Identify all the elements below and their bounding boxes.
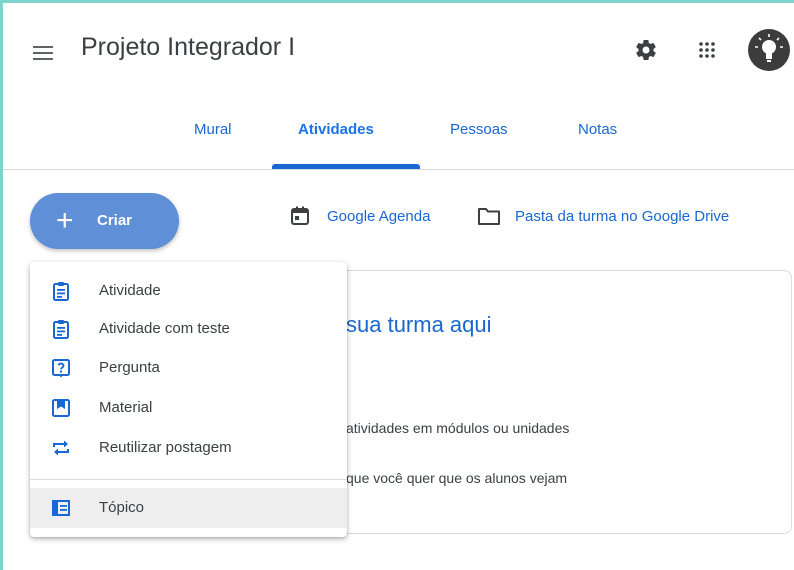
tab-notas[interactable]: Notas bbox=[578, 121, 617, 138]
create-button-label: Criar bbox=[97, 212, 133, 229]
empty-classwork-card: sua turma aqui atividades em módulos ou … bbox=[300, 270, 792, 534]
tab-atividades[interactable]: Atividades bbox=[298, 121, 374, 138]
tab-pessoas[interactable]: Pessoas bbox=[450, 121, 508, 138]
menu-item-label: Material bbox=[99, 399, 153, 416]
menu-item-label: Pergunta bbox=[99, 359, 160, 376]
empty-state-title: sua turma aqui bbox=[346, 312, 492, 337]
calendar-icon bbox=[291, 206, 309, 225]
assignment-icon bbox=[53, 282, 69, 301]
menu-item-atividade-com-teste[interactable]: Atividade com teste bbox=[30, 309, 347, 349]
menu-divider bbox=[30, 479, 347, 480]
tabs-divider bbox=[3, 169, 794, 170]
lightbulb-icon bbox=[755, 34, 783, 62]
create-button[interactable]: + Criar bbox=[30, 193, 179, 249]
menu-item-label: Tópico bbox=[99, 499, 145, 516]
empty-state-text-1: atividades em módulos ou unidades bbox=[346, 420, 570, 436]
apps-grid-icon[interactable] bbox=[697, 40, 717, 60]
class-drive-folder-link-label: Pasta da turma no Google Drive bbox=[515, 208, 730, 225]
repeat-icon bbox=[53, 440, 69, 456]
avatar[interactable] bbox=[748, 29, 790, 71]
page-title: Projeto Integrador I bbox=[81, 33, 296, 61]
plus-icon: + bbox=[56, 204, 74, 237]
quiz-assignment-icon bbox=[53, 320, 69, 339]
gear-icon[interactable] bbox=[634, 38, 658, 62]
tab-mural[interactable]: Mural bbox=[194, 121, 232, 138]
topic-list-icon bbox=[52, 500, 70, 516]
menu-item-reutilizar-postagem[interactable]: Reutilizar postagem bbox=[30, 428, 347, 468]
empty-state-text-2: que você quer que os alunos vejam bbox=[346, 470, 568, 486]
menu-item-topico[interactable]: Tópico bbox=[30, 488, 347, 528]
frame-border-top bbox=[0, 0, 794, 3]
menu-item-label: Reutilizar postagem bbox=[99, 439, 232, 456]
menu-icon[interactable] bbox=[33, 46, 53, 60]
menu-item-material[interactable]: Material bbox=[30, 388, 347, 428]
menu-item-pergunta[interactable]: Pergunta bbox=[30, 348, 347, 388]
frame-border-left bbox=[0, 0, 3, 570]
menu-item-atividade[interactable]: Atividade bbox=[30, 271, 347, 311]
question-icon bbox=[52, 359, 70, 378]
google-calendar-link-label: Google Agenda bbox=[327, 208, 431, 225]
folder-icon bbox=[478, 208, 500, 225]
menu-item-label: Atividade com teste bbox=[99, 320, 230, 337]
create-menu: Atividade Atividade com teste Pergunta M… bbox=[30, 262, 347, 537]
material-icon bbox=[52, 399, 70, 417]
menu-item-label: Atividade bbox=[99, 282, 161, 299]
